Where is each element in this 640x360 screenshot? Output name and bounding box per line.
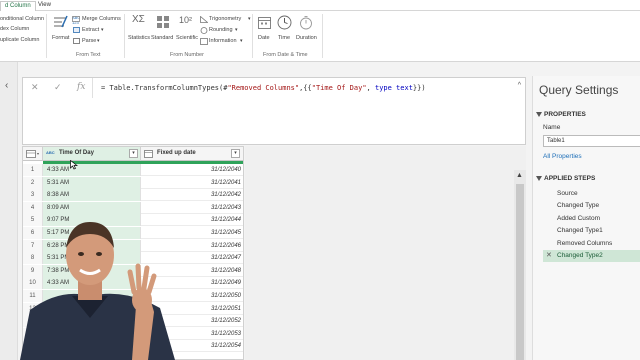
applied-step-label: Source bbox=[557, 190, 578, 197]
ribbon: onditional Column dex Column uplicate Co… bbox=[0, 11, 640, 62]
filter-dropdown-icon[interactable]: ▾ bbox=[129, 149, 138, 158]
applied-steps-section-header[interactable]: APPLIED STEPS bbox=[544, 175, 595, 182]
formula-bar-buttons: ✕ ✓ fx bbox=[23, 78, 93, 98]
ribbon-tab-bar: d Column View bbox=[0, 0, 640, 11]
applied-step-label: Removed Columns bbox=[557, 239, 613, 247]
fixed-up-date-cell[interactable]: 31/12/2040 bbox=[141, 164, 243, 176]
group-separator bbox=[46, 14, 47, 58]
scientific-button[interactable]: Scientific bbox=[176, 35, 198, 41]
parse-icon bbox=[73, 38, 80, 44]
formula-input[interactable]: = Table.TransformColumnTypes(#"Removed C… bbox=[101, 84, 426, 92]
time-button[interactable]: Time bbox=[278, 35, 290, 41]
collapse-triangle-icon[interactable] bbox=[536, 112, 542, 118]
from-number-group-label: From Number bbox=[170, 52, 204, 58]
fixed-up-date-cell[interactable]: 31/12/2041 bbox=[141, 177, 243, 189]
information-button[interactable]: Information bbox=[209, 38, 237, 44]
applied-step-label: Changed Type1 bbox=[557, 227, 603, 235]
merge-columns-icon bbox=[72, 16, 80, 22]
chevron-down-icon: ▾ bbox=[240, 38, 243, 44]
information-icon bbox=[200, 38, 208, 45]
chevron-down-icon: ▾ bbox=[235, 27, 238, 33]
all-properties-link[interactable]: All Properties bbox=[543, 153, 582, 160]
chevron-left-icon[interactable]: ‹ bbox=[5, 80, 8, 91]
time-of-day-cell[interactable]: 4:33 AM bbox=[43, 164, 141, 176]
delete-step-icon[interactable]: ✕ bbox=[546, 250, 552, 262]
column-header-time-of-day[interactable]: ABC Time Of Day ▾ bbox=[43, 147, 141, 161]
group-separator bbox=[252, 14, 253, 58]
row-number[interactable]: 2 bbox=[23, 176, 43, 189]
scientific-icon: 10² bbox=[179, 15, 193, 25]
trigonometry-icon bbox=[200, 16, 208, 23]
formula-bar: ✕ ✓ fx = Table.TransformColumnTypes(#"Re… bbox=[22, 77, 526, 145]
format-icon[interactable] bbox=[52, 15, 68, 29]
clock-icon bbox=[277, 15, 292, 30]
parse-button[interactable]: Parse bbox=[82, 38, 96, 44]
mouse-cursor-icon bbox=[70, 160, 78, 170]
statistics-button[interactable]: Statistics bbox=[128, 35, 150, 41]
type-text-icon[interactable]: ABC bbox=[46, 150, 55, 155]
presenter-webcam-overlay bbox=[20, 222, 175, 360]
filter-dropdown-icon[interactable]: ▾ bbox=[231, 149, 240, 158]
column-header-fixed-up-date[interactable]: Fixed up date ▾ bbox=[141, 147, 243, 161]
date-button[interactable]: Date bbox=[258, 35, 270, 41]
stopwatch-icon bbox=[300, 16, 312, 30]
index-column-button[interactable]: dex Column bbox=[0, 26, 29, 32]
from-text-group-label: From Text bbox=[76, 52, 101, 58]
applied-step-label: Changed Type bbox=[557, 202, 600, 210]
table-row: 1 4:33 AM 31/12/2040 bbox=[23, 164, 243, 176]
extract-icon bbox=[73, 27, 80, 33]
applied-step-item[interactable]: Changed Type bbox=[543, 200, 640, 212]
query-name-input[interactable]: Table1 bbox=[543, 135, 640, 147]
applied-step-item[interactable]: ✕ Changed Type2 bbox=[543, 250, 640, 262]
standard-icon bbox=[157, 16, 169, 28]
applied-step-label: Changed Type2 bbox=[557, 252, 603, 259]
duration-button[interactable]: Duration bbox=[296, 35, 317, 41]
tab-view[interactable]: View bbox=[34, 1, 55, 11]
applied-step-item[interactable]: Changed Type1 bbox=[543, 225, 640, 237]
chevron-down-icon: ▾ bbox=[248, 16, 251, 22]
type-date-icon[interactable] bbox=[144, 150, 153, 158]
applied-step-item[interactable]: Source bbox=[543, 188, 640, 200]
row-number[interactable]: 1 bbox=[23, 164, 43, 176]
applied-step-item[interactable]: Added Custom bbox=[543, 213, 640, 225]
duplicate-column-button[interactable]: uplicate Column bbox=[0, 37, 39, 43]
chevron-down-icon: ▾ bbox=[101, 27, 104, 33]
time-of-day-cell[interactable]: 5:31 AM bbox=[43, 176, 141, 189]
table-menu-header[interactable] bbox=[23, 147, 43, 161]
chevron-up-icon[interactable]: ^ bbox=[518, 82, 521, 89]
from-date-time-group-label: From Date & Time bbox=[263, 52, 308, 58]
rounding-icon bbox=[200, 27, 208, 34]
fx-icon[interactable]: fx bbox=[77, 82, 85, 92]
collapse-triangle-icon[interactable] bbox=[536, 176, 542, 182]
scrollbar-thumb[interactable] bbox=[516, 184, 524, 360]
empty-grid-area bbox=[245, 146, 526, 360]
close-icon[interactable]: ✕ bbox=[31, 82, 39, 93]
format-button[interactable]: Format bbox=[52, 35, 69, 41]
statistics-icon: XΣ bbox=[132, 14, 145, 25]
chevron-down-icon: ▾ bbox=[97, 38, 100, 44]
standard-button[interactable]: Standard bbox=[151, 35, 173, 41]
trigonometry-button[interactable]: Trigonometry bbox=[209, 16, 241, 22]
query-settings-title: Query Settings bbox=[539, 83, 619, 97]
column-header-label: Fixed up date bbox=[157, 150, 196, 156]
extract-button[interactable]: Extract bbox=[82, 27, 99, 33]
column-header-label: Time Of Day bbox=[59, 150, 94, 156]
scroll-up-icon[interactable]: ▲ bbox=[516, 172, 523, 179]
calendar-icon bbox=[258, 17, 271, 29]
applied-step-item[interactable]: Removed Columns bbox=[543, 238, 640, 250]
tab-add-column[interactable]: d Column bbox=[0, 1, 36, 11]
applied-step-label: Added Custom bbox=[557, 214, 600, 222]
check-icon[interactable]: ✓ bbox=[54, 82, 62, 93]
group-separator bbox=[322, 14, 323, 58]
group-separator bbox=[124, 14, 125, 58]
table-row: 2 5:31 AM 31/12/2041 bbox=[23, 176, 243, 189]
conditional-column-button[interactable]: onditional Column bbox=[0, 16, 44, 22]
name-label: Name bbox=[543, 124, 561, 131]
query-settings-pane: Query Settings PROPERTIES Name Table1 Al… bbox=[532, 76, 640, 360]
properties-section-header[interactable]: PROPERTIES bbox=[544, 111, 586, 118]
table-icon[interactable] bbox=[26, 150, 40, 158]
merge-columns-button[interactable]: Merge Columns bbox=[82, 16, 121, 22]
rounding-button[interactable]: Rounding bbox=[209, 27, 233, 33]
vertical-scrollbar[interactable]: ▲ bbox=[514, 170, 526, 360]
